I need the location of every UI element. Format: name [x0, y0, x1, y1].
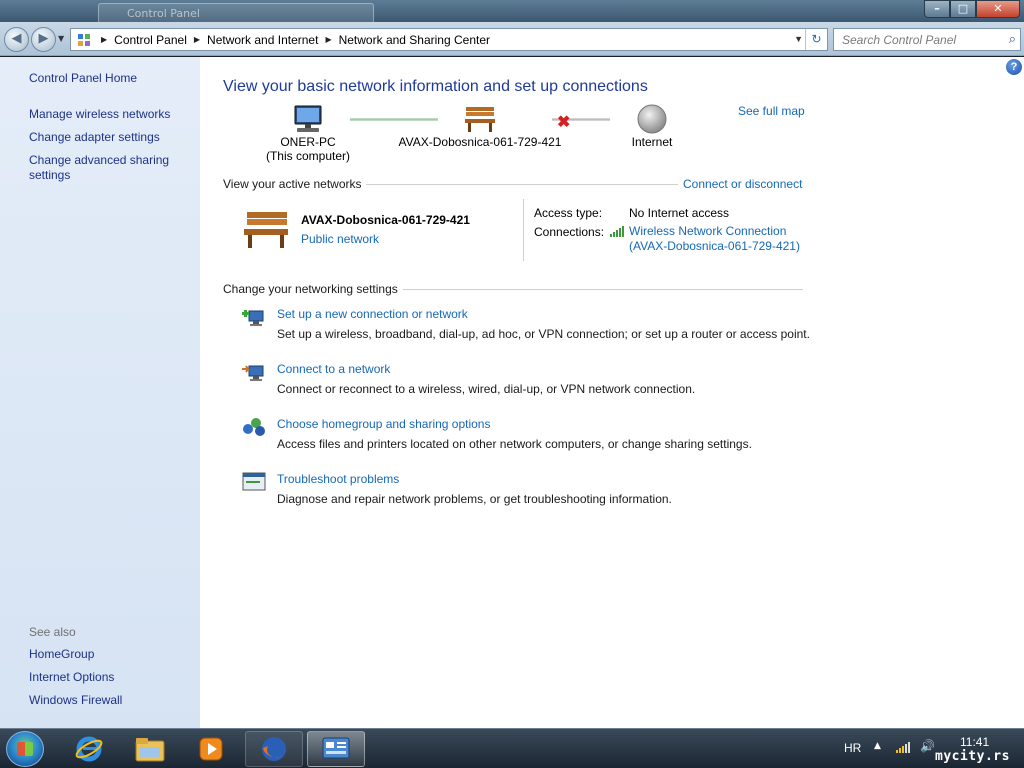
- sidebar-link-homegroup[interactable]: HomeGroup: [29, 647, 94, 662]
- no-connection-x-icon: ✖: [557, 114, 571, 131]
- sidebar-link-advanced-sharing-line1: Change advanced sharing: [29, 153, 170, 167]
- homegroup-sharing-link[interactable]: Choose homegroup and sharing options: [277, 417, 490, 431]
- section-divider: [403, 289, 803, 290]
- breadcrumb-control-panel[interactable]: Control Panel: [111, 33, 190, 47]
- wireless-connection-ssid: (AVAX-Dobosnica-061-729-421): [629, 239, 800, 253]
- wireless-connection-link[interactable]: Wireless Network Connection (AVAX-Dobosn…: [629, 224, 800, 254]
- taskbar: HR ▲ 🔊 11:41: [0, 728, 1024, 768]
- window-title-bar: Control Panel – □ ✕: [0, 0, 1024, 23]
- networking-settings-header: Change your networking settings: [223, 282, 398, 296]
- wireless-connection-name: Wireless Network Connection: [629, 224, 787, 238]
- sidebar-link-advanced-sharing-line2: settings: [29, 168, 71, 182]
- connect-to-network-desc: Connect or reconnect to a wireless, wire…: [277, 382, 696, 396]
- network-tray-icon[interactable]: [896, 741, 910, 753]
- connect-to-network-link[interactable]: Connect to a network: [277, 362, 390, 376]
- search-input[interactable]: Search Control Panel ⌕: [833, 28, 1021, 51]
- access-type-value: No Internet access: [629, 206, 730, 220]
- firefox-icon: [262, 737, 286, 761]
- background-tab-title: Control Panel: [127, 7, 200, 20]
- setup-connection-link[interactable]: Set up a new connection or network: [277, 307, 468, 321]
- sidebar-link-control-panel-home[interactable]: Control Panel Home: [29, 71, 137, 86]
- search-icon[interactable]: ⌕: [1009, 31, 1016, 47]
- map-computer-node[interactable]: ONER-PC (This computer): [262, 103, 354, 163]
- control-panel-window-icon: [322, 737, 350, 759]
- minimize-button[interactable]: –: [924, 0, 950, 18]
- globe-icon: [637, 104, 667, 134]
- address-dropdown-icon[interactable]: ▼: [794, 34, 803, 44]
- wifi-signal-icon: [610, 226, 624, 237]
- maximize-button[interactable]: □: [950, 0, 976, 18]
- sidebar-link-change-adapter[interactable]: Change adapter settings: [29, 130, 160, 145]
- internet-label: Internet: [631, 135, 673, 149]
- sidebar: Control Panel Home Manage wireless netwo…: [0, 57, 200, 728]
- sidebar-link-advanced-sharing[interactable]: Change advanced sharing settings: [29, 153, 169, 183]
- setup-connection-desc: Set up a wireless, broadband, dial-up, a…: [277, 327, 810, 341]
- breadcrumb-network-sharing-center[interactable]: Network and Sharing Center: [336, 33, 493, 47]
- start-button[interactable]: [6, 731, 44, 767]
- bench-icon: [465, 107, 495, 132]
- map-network-node[interactable]: AVAX-Dobosnica-061-729-421: [395, 103, 565, 149]
- map-internet-node[interactable]: Internet: [620, 103, 684, 149]
- taskbar-media-player[interactable]: [182, 731, 240, 767]
- troubleshoot-icon: [242, 472, 266, 491]
- taskbar-explorer[interactable]: [121, 731, 179, 767]
- forward-button[interactable]: ▶: [31, 27, 56, 52]
- breadcrumb-network-and-internet[interactable]: Network and Internet: [204, 33, 321, 47]
- troubleshoot-desc: Diagnose and repair network problems, or…: [277, 492, 672, 506]
- connections-label: Connections:: [534, 225, 605, 239]
- folder-icon: [135, 738, 165, 762]
- homegroup-sharing-desc: Access files and printers located on oth…: [277, 437, 752, 451]
- see-full-map-link[interactable]: See full map: [738, 104, 805, 118]
- recent-pages-dropdown-icon[interactable]: ▼: [58, 34, 64, 43]
- sidebar-link-windows-firewall[interactable]: Windows Firewall: [29, 693, 122, 708]
- section-divider: [366, 184, 678, 185]
- vertical-divider: [523, 199, 524, 261]
- show-hidden-icons-icon[interactable]: ▲: [874, 741, 881, 751]
- network-type-link[interactable]: Public network: [301, 232, 379, 246]
- new-connection-icon: [242, 310, 264, 326]
- page-title: View your basic network information and …: [223, 78, 648, 95]
- navigation-bar: ◀ ▶ ▼ ▶ Control Panel ▶ Network and Inte…: [0, 22, 1024, 56]
- sidebar-link-internet-options[interactable]: Internet Options: [29, 670, 114, 685]
- computer-sub: (This computer): [265, 149, 351, 163]
- refresh-icon[interactable]: ↻: [805, 29, 827, 50]
- active-network-name: AVAX-Dobosnica-061-729-421: [301, 213, 470, 227]
- main-content: ? View your basic network information an…: [200, 57, 1024, 728]
- computer-icon: [294, 105, 322, 132]
- see-also-header: See also: [29, 625, 76, 639]
- volume-icon[interactable]: 🔊: [920, 739, 935, 753]
- internet-explorer-icon: [75, 736, 103, 762]
- taskbar-control-panel[interactable]: [307, 731, 365, 767]
- breadcrumb-separator-icon[interactable]: ▶: [321, 35, 335, 44]
- bench-network-icon: [244, 212, 288, 248]
- taskbar-internet-explorer[interactable]: [60, 731, 118, 767]
- breadcrumb-separator-icon[interactable]: ▶: [190, 35, 204, 44]
- active-networks-header: View your active networks: [223, 177, 362, 191]
- taskbar-firefox[interactable]: [245, 731, 303, 767]
- connect-network-icon: [242, 365, 264, 381]
- sidebar-link-manage-wireless[interactable]: Manage wireless networks: [29, 107, 170, 122]
- network-name: AVAX-Dobosnica-061-729-421: [398, 135, 562, 149]
- watermark-text: mycity.rs: [935, 749, 1010, 764]
- connect-or-disconnect-link[interactable]: Connect or disconnect: [683, 177, 802, 191]
- troubleshoot-link[interactable]: Troubleshoot problems: [277, 472, 399, 486]
- control-panel-icon: [71, 29, 97, 50]
- breadcrumb-separator-icon[interactable]: ▶: [97, 35, 111, 44]
- computer-name: ONER-PC: [280, 135, 336, 149]
- background-window-tab[interactable]: Control Panel: [98, 3, 374, 23]
- help-icon[interactable]: ?: [1006, 59, 1022, 75]
- clock[interactable]: 11:41: [960, 735, 989, 749]
- close-button[interactable]: ✕: [976, 0, 1020, 18]
- address-bar[interactable]: ▶ Control Panel ▶ Network and Internet ▶…: [70, 28, 828, 51]
- media-player-icon: [199, 737, 223, 761]
- back-button[interactable]: ◀: [4, 27, 29, 52]
- homegroup-icon: [243, 418, 265, 436]
- access-type-label: Access type:: [534, 206, 603, 220]
- language-indicator[interactable]: HR: [844, 741, 861, 755]
- window-controls: – □ ✕: [924, 0, 1020, 18]
- search-placeholder: Search Control Panel: [842, 33, 957, 47]
